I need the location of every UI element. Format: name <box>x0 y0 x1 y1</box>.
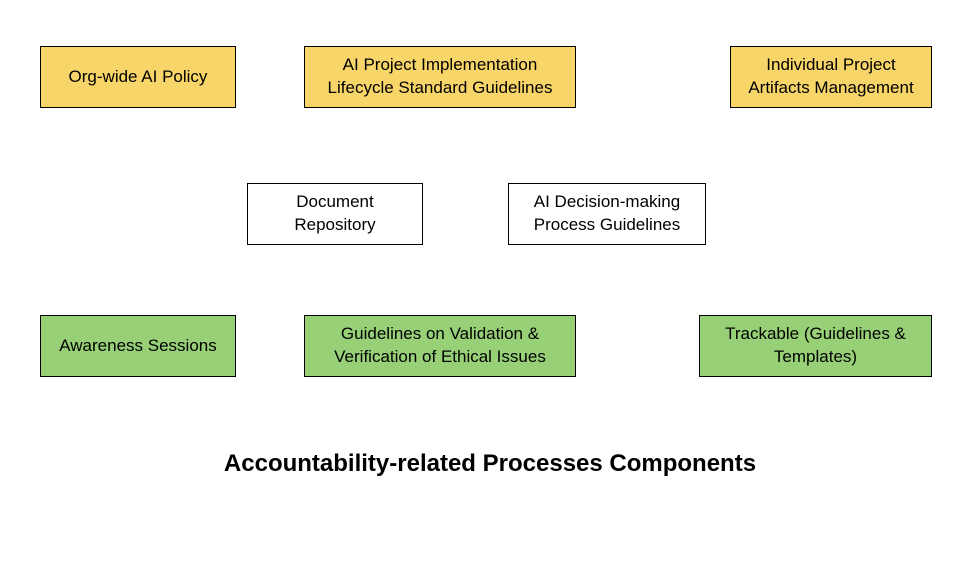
box-label: Individual Project Artifacts Management <box>743 54 919 100</box>
box-document-repository: Document Repository <box>247 183 423 245</box>
box-label: AI Project Implementation Lifecycle Stan… <box>317 54 563 100</box>
box-org-ai-policy: Org-wide AI Policy <box>40 46 236 108</box>
box-label: AI Decision-making Process Guidelines <box>521 191 693 237</box>
box-ai-decision-making: AI Decision-making Process Guidelines <box>508 183 706 245</box>
box-trackable-guidelines: Trackable (Guidelines & Templates) <box>699 315 932 377</box>
box-validation-verification: Guidelines on Validation & Verification … <box>304 315 576 377</box>
box-label: Trackable (Guidelines & Templates) <box>712 323 919 369</box>
box-individual-project-artifacts: Individual Project Artifacts Management <box>730 46 932 108</box>
diagram-title: Accountability-related Processes Compone… <box>0 450 980 478</box>
box-label: Guidelines on Validation & Verification … <box>317 323 563 369</box>
title-text: Accountability-related Processes Compone… <box>224 450 756 477</box>
box-label: Awareness Sessions <box>59 335 217 358</box>
box-label: Org-wide AI Policy <box>69 66 208 89</box>
box-label: Document Repository <box>260 191 410 237</box>
box-ai-project-lifecycle: AI Project Implementation Lifecycle Stan… <box>304 46 576 108</box>
box-awareness-sessions: Awareness Sessions <box>40 315 236 377</box>
